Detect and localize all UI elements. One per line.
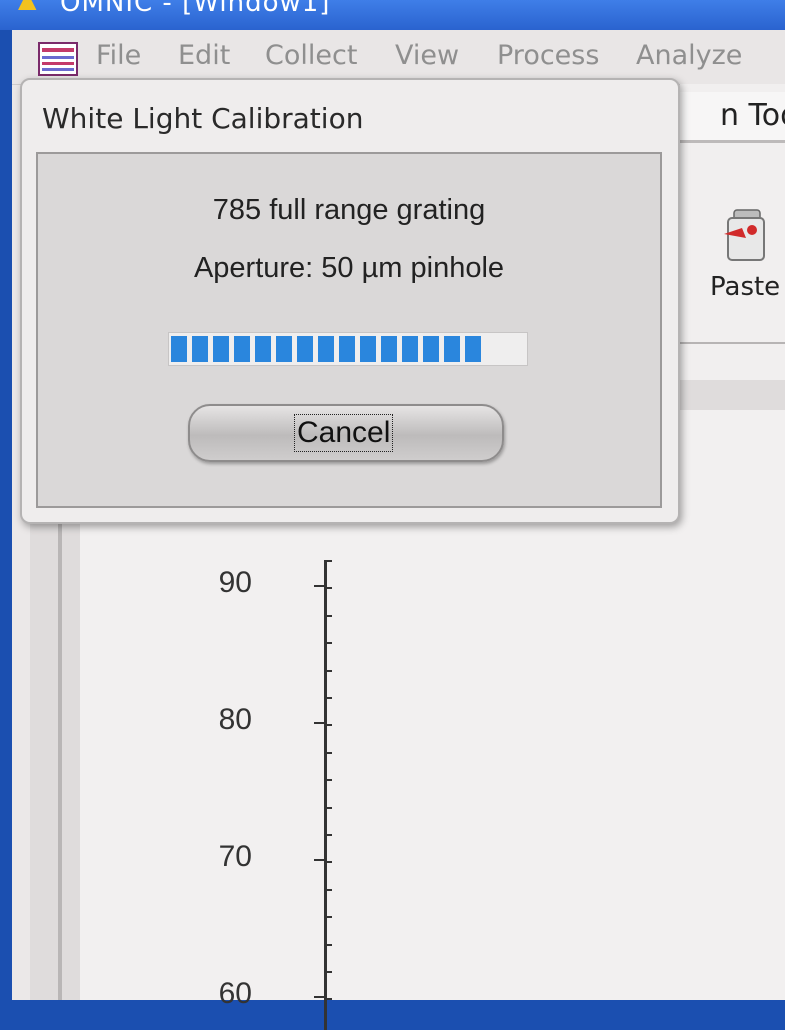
menu-file[interactable]: File xyxy=(96,40,141,71)
progress-segment xyxy=(381,336,397,362)
app-title: OMNIC - [Window1] xyxy=(60,0,331,18)
dialog-title: White Light Calibration xyxy=(42,102,364,135)
spectrum-window-icon[interactable] xyxy=(38,42,78,76)
y-minor-tick xyxy=(324,971,332,973)
menubar: File Edit Collect View Process Analyze xyxy=(12,30,785,85)
progress-segment xyxy=(192,336,208,362)
y-tick-label: 70 xyxy=(218,840,252,873)
y-minor-tick xyxy=(324,560,332,562)
dialog-body: 785 full range grating Aperture: 50 µm p… xyxy=(36,152,662,508)
menu-process[interactable]: Process xyxy=(497,40,599,71)
progress-segment xyxy=(171,336,187,362)
omnic-logo-icon: ▲ xyxy=(18,0,36,11)
y-minor-tick xyxy=(324,861,332,863)
y-minor-tick xyxy=(324,642,332,644)
app-titlebar: ▲ OMNIC - [Window1] xyxy=(0,0,785,30)
progress-segment xyxy=(423,336,439,362)
menu-collect[interactable]: Collect xyxy=(265,40,357,71)
y-tick-label: 90 xyxy=(218,566,252,599)
progress-segment xyxy=(276,336,292,362)
y-minor-tick xyxy=(324,724,332,726)
cancel-label: Cancel xyxy=(294,414,394,452)
tab-tool-label: n Tool xyxy=(720,98,785,133)
paste-icon xyxy=(724,209,765,261)
y-minor-tick xyxy=(324,752,332,754)
progress-segment xyxy=(465,336,481,362)
white-light-calibration-dialog: White Light Calibration 785 full range g… xyxy=(20,78,680,524)
menu-analyze[interactable]: Analyze xyxy=(636,40,742,71)
progress-segment xyxy=(402,336,418,362)
progress-bar xyxy=(168,332,528,366)
y-tick-label: 60 xyxy=(218,977,252,1010)
paste-button[interactable]: Paste xyxy=(710,204,780,304)
progress-segment xyxy=(297,336,313,362)
tab-tool[interactable]: n Tool xyxy=(680,92,785,143)
progress-segment xyxy=(234,336,250,362)
progress-segment xyxy=(339,336,355,362)
y-minor-tick xyxy=(324,670,332,672)
progress-segment xyxy=(213,336,229,362)
y-major-tick xyxy=(314,585,326,587)
y-tick-label: 80 xyxy=(218,703,252,736)
menu-edit[interactable]: Edit xyxy=(178,40,230,71)
progress-segment xyxy=(444,336,460,362)
y-minor-tick xyxy=(324,807,332,809)
y-major-tick xyxy=(314,722,326,724)
y-minor-tick xyxy=(324,944,332,946)
y-minor-tick xyxy=(324,587,332,589)
progress-segment xyxy=(318,336,334,362)
paste-label: Paste xyxy=(710,272,781,302)
y-minor-tick xyxy=(324,916,332,918)
y-minor-tick xyxy=(324,779,332,781)
progress-segment xyxy=(255,336,271,362)
aperture-label: Aperture: 50 µm pinhole xyxy=(193,252,505,284)
y-minor-tick xyxy=(324,615,332,617)
y-minor-tick xyxy=(324,889,332,891)
cancel-button[interactable]: Cancel xyxy=(188,404,504,462)
y-minor-tick xyxy=(324,697,332,699)
y-axis xyxy=(324,560,327,1030)
y-major-tick xyxy=(314,996,326,998)
grating-label: 785 full range grating xyxy=(212,194,486,226)
progress-segment xyxy=(360,336,376,362)
y-major-tick xyxy=(314,859,326,861)
toolbar-divider xyxy=(680,342,785,344)
toolbar: n Tool Paste xyxy=(680,84,785,414)
menu-view[interactable]: View xyxy=(395,40,459,71)
y-minor-tick xyxy=(324,834,332,836)
